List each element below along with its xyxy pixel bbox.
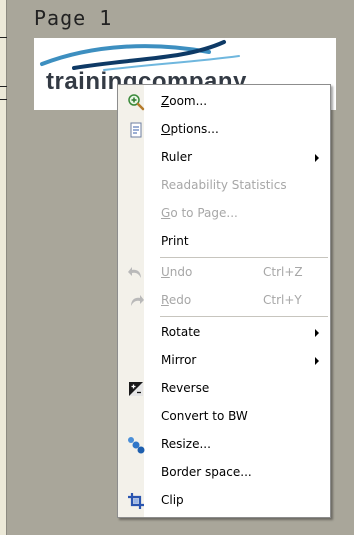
menu-item-shortcut: Ctrl+Y (263, 293, 302, 307)
menu-item-label: Rotate (161, 325, 201, 339)
redo-icon (131, 295, 144, 306)
page-label: Page 1 (34, 6, 113, 30)
menu-separator (160, 316, 328, 317)
menu-item-shortcut: Ctrl+Z (263, 265, 303, 279)
submenu-arrow-icon (315, 357, 319, 365)
submenu-arrow-icon (315, 154, 319, 162)
menu-item-rotate[interactable]: Rotate (118, 319, 330, 347)
menu-item-zoom[interactable]: Zoom... (118, 88, 330, 116)
context-menu: Zoom... Options... Ruler Readability Sta… (117, 84, 331, 518)
undo-icon (128, 267, 141, 278)
menu-item-label: Print (161, 234, 189, 248)
menu-separator (160, 257, 328, 258)
menu-item-label: Ruler (161, 150, 193, 164)
menu-item-label: Options... (161, 122, 219, 136)
menu-item-label: Convert to BW (161, 409, 248, 423)
menu-item-label: Resize... (161, 437, 211, 451)
logo-swoosh-icon (40, 40, 240, 71)
menu-item-resize[interactable]: Resize... (118, 431, 330, 459)
menu-item-label: Clip (161, 493, 184, 507)
menu-item-label: Readability Statistics (161, 178, 287, 192)
menu-item-redo[interactable]: Redo Ctrl+Y (118, 287, 330, 315)
crop-icon (128, 493, 144, 509)
menu-item-label: Go to Page... (161, 206, 238, 220)
menu-item-go-to-page[interactable]: Go to Page... (118, 200, 330, 228)
ruler-tick (0, 99, 7, 100)
menu-item-reverse[interactable]: Reverse (118, 375, 330, 403)
options-icon (130, 122, 142, 138)
menu-item-clip[interactable]: Clip (118, 487, 330, 515)
menu-item-label: Redo (161, 293, 192, 307)
reverse-icon (129, 382, 143, 396)
menu-item-options[interactable]: Options... (118, 116, 330, 144)
ruler-tick (0, 37, 7, 38)
ruler-tick (0, 86, 7, 87)
left-ruler-strip (0, 0, 7, 535)
menu-item-label: Border space... (161, 465, 252, 479)
menu-item-label: Mirror (161, 353, 197, 367)
submenu-arrow-icon (315, 329, 319, 337)
zoom-in-icon (128, 94, 145, 111)
menu-item-mirror[interactable]: Mirror (118, 347, 330, 375)
menu-item-border-space[interactable]: Border space... (118, 459, 330, 487)
menu-item-label: Zoom... (161, 94, 208, 108)
menu-item-print[interactable]: Print (118, 228, 330, 256)
menu-item-convert-to-bw[interactable]: Convert to BW (118, 403, 330, 431)
menu-item-label: Undo (161, 265, 193, 279)
menu-item-undo[interactable]: Undo Ctrl+Z (118, 259, 330, 287)
menu-item-label: Reverse (161, 381, 210, 395)
menu-item-ruler[interactable]: Ruler (118, 144, 330, 172)
resize-icon (128, 437, 145, 454)
menu-item-readability-statistics[interactable]: Readability Statistics (118, 172, 330, 200)
